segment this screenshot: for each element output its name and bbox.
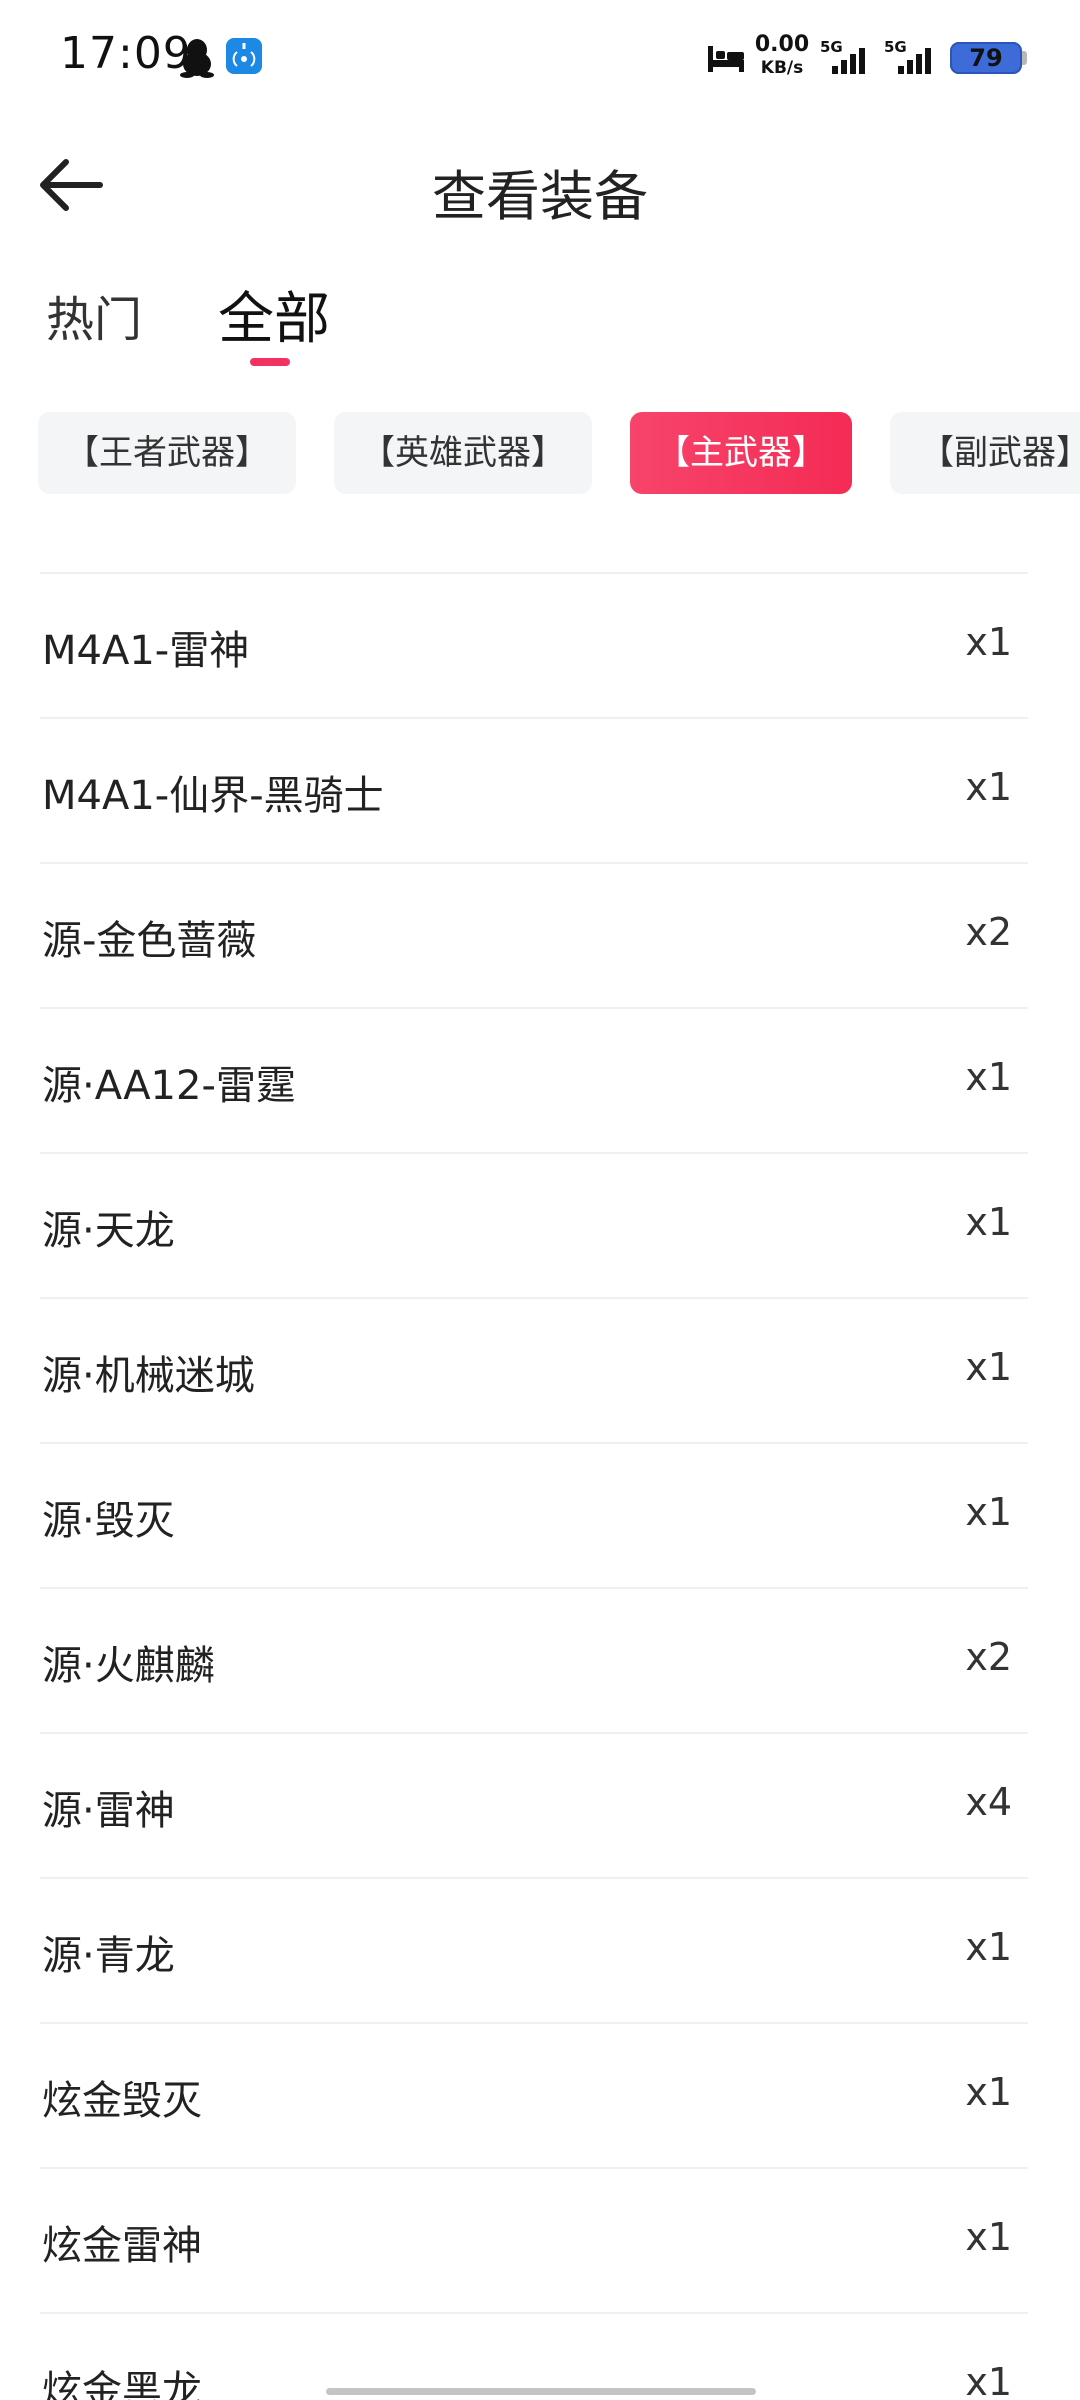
category-chip-primary-weapons[interactable]: 【主武器】 <box>630 412 852 494</box>
item-count: x2 <box>965 910 1012 954</box>
item-count: x1 <box>965 620 1012 664</box>
item-name: 源·AA12-雷霆 <box>42 1063 296 1109</box>
item-count: x1 <box>965 2360 1012 2400</box>
item-count: x1 <box>965 1055 1012 1099</box>
bed-icon <box>708 46 744 72</box>
item-name: 源·青龙 <box>42 1933 175 1979</box>
item-name: 炫金雷神 <box>42 2223 202 2269</box>
list-item-partial <box>40 500 1028 574</box>
network-speed-value: 0.00 <box>754 32 810 57</box>
equipment-screen: 17:09 0.00 KB/s 5G 5G 79 查看装备 热门 全部 【王者武… <box>0 0 1080 2400</box>
broadcast-icon <box>226 38 262 74</box>
item-name: M4A1-雷神 <box>42 628 250 674</box>
item-name: 源·毁灭 <box>42 1498 175 1544</box>
network-speed: 0.00 KB/s <box>752 34 812 77</box>
list-item[interactable]: 源·火麒麟 x2 <box>40 1589 1028 1734</box>
item-name: 源·火麒麟 <box>42 1643 215 1689</box>
item-name: 源·天龙 <box>42 1208 175 1254</box>
item-name: 炫金黑龙 <box>42 2368 202 2400</box>
item-count: x1 <box>965 1925 1012 1969</box>
category-chip-king-weapons[interactable]: 【王者武器】 <box>38 412 296 494</box>
item-count: x4 <box>965 1780 1012 1824</box>
tab-bar: 热门 全部 <box>0 270 1080 370</box>
list-item[interactable]: 源·雷神 x4 <box>40 1734 1028 1879</box>
category-chips: 【王者武器】 【英雄武器】 【主武器】 【副武器】 <box>0 410 1080 496</box>
signal-icon <box>832 48 865 74</box>
equipment-list[interactable]: M4A1-雷神 x1 M4A1-仙界-黑骑士 x1 源-金色蔷薇 x2 源·AA… <box>0 500 1080 2400</box>
category-chip-secondary-weapons[interactable]: 【副武器】 <box>890 412 1080 494</box>
tab-all[interactable]: 全部 <box>218 274 330 355</box>
battery-icon: 79 <box>950 42 1022 74</box>
status-bar: 17:09 0.00 KB/s 5G 5G 79 <box>0 0 1080 120</box>
item-name: 炫金毁灭 <box>42 2078 202 2124</box>
home-indicator[interactable] <box>326 2388 756 2395</box>
battery-cap <box>1022 51 1027 65</box>
penguin-icon <box>180 39 214 78</box>
item-count: x1 <box>965 765 1012 809</box>
header: 查看装备 <box>0 130 1080 240</box>
item-count: x2 <box>965 1635 1012 1679</box>
item-name: 源·机械迷城 <box>42 1353 255 1399</box>
list-item[interactable]: 源·机械迷城 x1 <box>40 1299 1028 1444</box>
item-count: x1 <box>965 2215 1012 2259</box>
tab-hot[interactable]: 热门 <box>46 280 142 350</box>
active-tab-indicator <box>250 358 290 366</box>
battery-level: 79 <box>969 44 1003 72</box>
list-item[interactable]: 源·AA12-雷霆 x1 <box>40 1009 1028 1154</box>
signal-icon <box>898 48 931 74</box>
list-item[interactable]: 源·毁灭 x1 <box>40 1444 1028 1589</box>
list-item[interactable]: 炫金雷神 x1 <box>40 2169 1028 2314</box>
item-count: x1 <box>965 1200 1012 1244</box>
list-item[interactable]: M4A1-仙界-黑骑士 x1 <box>40 719 1028 864</box>
list-item[interactable]: 源·青龙 x1 <box>40 1879 1028 2024</box>
status-time: 17:09 <box>60 28 192 79</box>
item-name: 源·雷神 <box>42 1788 175 1834</box>
item-count: x1 <box>965 1490 1012 1534</box>
list-item[interactable]: 炫金毁灭 x1 <box>40 2024 1028 2169</box>
item-count: x1 <box>965 1345 1012 1389</box>
list-item[interactable]: M4A1-雷神 x1 <box>40 574 1028 719</box>
list-item[interactable]: 源-金色蔷薇 x2 <box>40 864 1028 1009</box>
category-chip-hero-weapons[interactable]: 【英雄武器】 <box>334 412 592 494</box>
item-count: x1 <box>965 2070 1012 2114</box>
network-speed-unit: KB/s <box>760 58 804 78</box>
page-title: 查看装备 <box>432 165 648 228</box>
item-name: 源-金色蔷薇 <box>42 918 257 964</box>
list-item[interactable]: 源·天龙 x1 <box>40 1154 1028 1299</box>
item-name: M4A1-仙界-黑骑士 <box>42 773 384 819</box>
